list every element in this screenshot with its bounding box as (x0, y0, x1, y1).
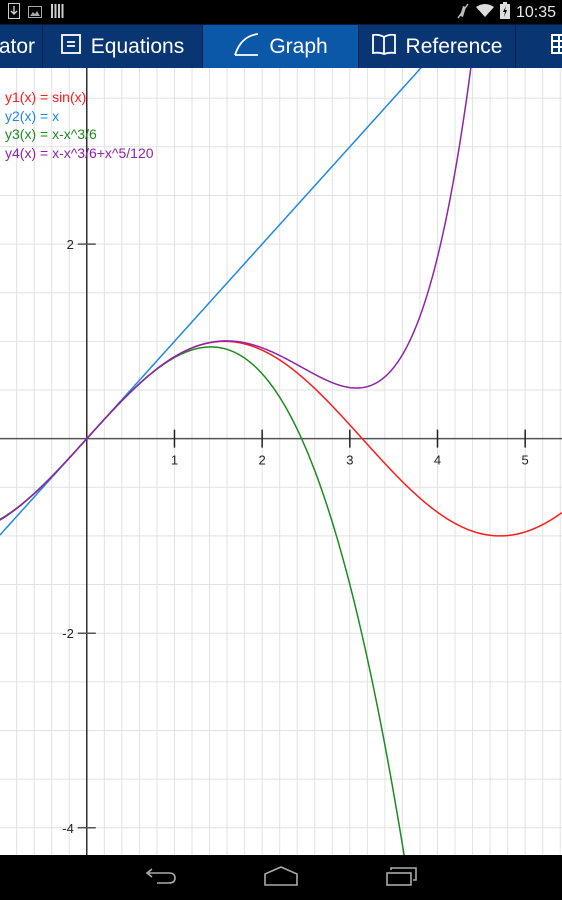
tab-label: Equations (90, 34, 185, 58)
recents-button[interactable] (377, 863, 427, 893)
home-icon (264, 865, 298, 891)
x-tick-label: 5 (522, 453, 529, 468)
back-icon (145, 866, 177, 891)
tab-table[interactable] (516, 25, 562, 68)
x-tick-label: 3 (346, 453, 353, 468)
tab-label: ator (0, 34, 35, 58)
legend-item-y4[interactable]: y4(x) = x-x^3/6+x^5/120 (5, 144, 154, 163)
tab-reference[interactable]: Reference (359, 25, 516, 68)
book-icon (371, 33, 406, 61)
home-button[interactable] (256, 863, 306, 893)
equals-box-icon (60, 33, 91, 60)
axes (0, 68, 562, 855)
back-button[interactable] (136, 863, 186, 893)
graph-plot[interactable]: 1 2 3 4 5 2 -2 -4 (0, 68, 562, 855)
recents-icon (386, 866, 418, 891)
tab-graph[interactable]: Graph (203, 25, 359, 68)
y-tick-label: -4 (62, 821, 74, 836)
download-icon (8, 3, 20, 24)
x-tick-label: 1 (171, 453, 178, 468)
wifi-icon (475, 3, 494, 23)
battery-charging-icon (499, 2, 510, 24)
tab-bar: ator Equations Graph Reference (0, 24, 562, 68)
tab-label: Graph (269, 34, 328, 58)
x-tick-label: 4 (434, 453, 441, 468)
status-bar: 10:35 (0, 0, 562, 24)
legend-item-y1[interactable]: y1(x) = sin(x) (5, 88, 154, 107)
y-tick-label: -2 (62, 626, 74, 641)
legend-item-y2[interactable]: y2(x) = x (5, 107, 154, 126)
table-icon (551, 33, 562, 60)
tab-label: Reference (405, 34, 503, 58)
graph-curve-icon (233, 32, 269, 62)
legend-item-y3[interactable]: y3(x) = x-x^3/6 (5, 125, 154, 144)
clock: 10:35 (515, 4, 556, 21)
x-tick-label: 2 (259, 453, 266, 468)
graph-canvas[interactable]: 1 2 3 4 5 2 -2 -4 y1(x) = sin(x) y2(x) = x y3(x… (0, 68, 562, 855)
function-legend: y1(x) = sin(x) y2(x) = x y3(x) = x-x^3/6… (5, 88, 154, 162)
y-tick-label: 2 (67, 237, 74, 252)
mute-icon (456, 3, 470, 24)
tab-equations[interactable]: Equations (43, 25, 203, 68)
grid-lines (0, 68, 562, 855)
axis-ticks: 1 2 3 4 5 2 -2 -4 (62, 237, 529, 836)
function-curves (0, 68, 562, 855)
tab-calculator[interactable]: ator (0, 25, 43, 68)
image-icon (28, 5, 42, 23)
navigation-bar (0, 855, 562, 900)
barcode-icon (50, 3, 64, 24)
